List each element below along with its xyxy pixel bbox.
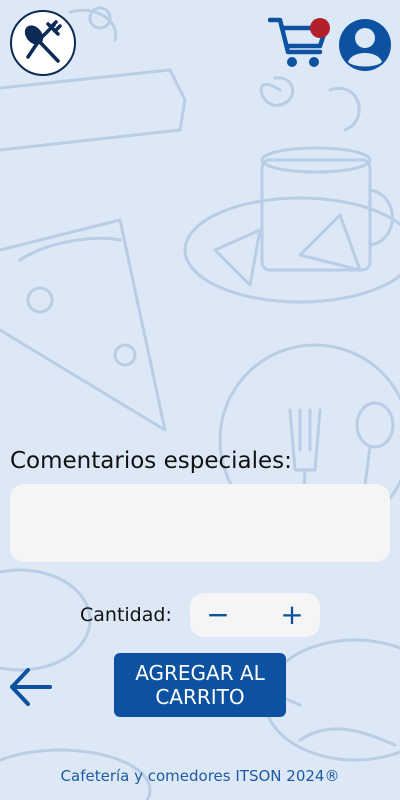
arrow-left-icon[interactable] bbox=[8, 664, 54, 710]
cart-notification-badge bbox=[310, 18, 330, 38]
increment-button[interactable]: + bbox=[278, 599, 306, 631]
app-logo[interactable] bbox=[10, 10, 76, 76]
quantity-label: Cantidad: bbox=[80, 604, 172, 626]
add-to-cart-button[interactable]: AGREGAR AL CARRITO bbox=[114, 653, 286, 717]
comments-label: Comentarios especiales: bbox=[10, 448, 292, 474]
comments-field[interactable] bbox=[10, 484, 390, 562]
decrement-button[interactable]: − bbox=[204, 599, 232, 631]
user-account-icon[interactable] bbox=[338, 18, 392, 72]
fork-spoon-icon bbox=[24, 20, 62, 63]
footer-text: Cafetería y comedores ITSON 2024® bbox=[60, 767, 340, 785]
quantity-stepper: − + bbox=[190, 593, 320, 637]
